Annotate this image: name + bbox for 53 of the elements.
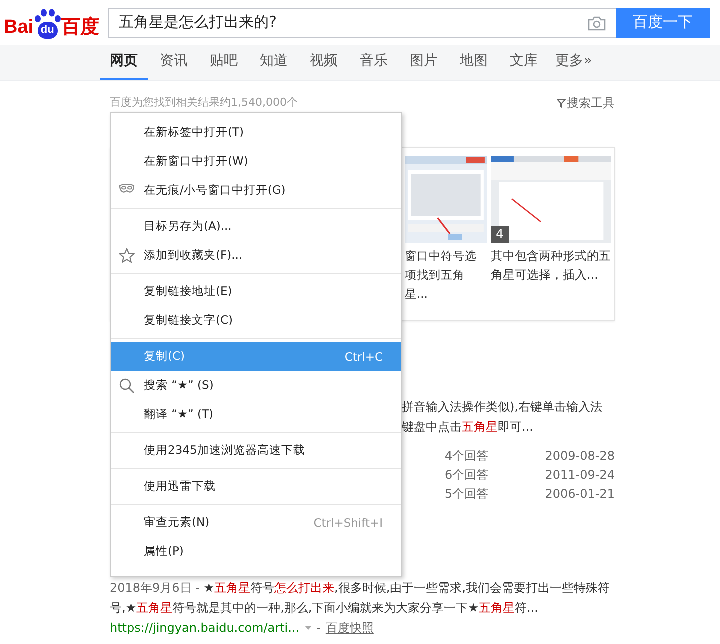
nav-tab[interactable]: 文库	[510, 45, 538, 80]
nav-tab[interactable]: 知道	[260, 45, 288, 80]
nav-tab[interactable]: 贴吧	[210, 45, 238, 80]
menu-item[interactable]: 在新标签中打开(T)	[111, 118, 401, 147]
logo-text: Bai	[4, 16, 34, 38]
snippet-text: 拼音输入法操作类似),右键单击输入法	[402, 399, 604, 416]
menu-item[interactable]: 在无痕/小号窗口中打开(G)	[111, 176, 401, 205]
star-icon	[119, 248, 135, 263]
answer-date: 2006-01-21	[545, 486, 615, 503]
search-tools-link[interactable]: 搜索工具	[557, 95, 615, 111]
search-field[interactable]: 五角星是怎么打出来的?	[108, 8, 616, 38]
menu-item[interactable]: 审查元素(N) Ctrl+Shift+I	[111, 508, 401, 537]
mask-icon	[119, 183, 135, 195]
result-count: 百度为您找到相关结果约1,540,000个	[110, 95, 298, 111]
nav-tab[interactable]: 资讯	[160, 45, 188, 80]
caret-icon[interactable]	[304, 626, 312, 630]
nav-tab[interactable]: 地图	[460, 45, 488, 80]
menu-item[interactable]: 使用2345加速浏览器高速下载	[111, 436, 401, 465]
result-snippet: 2018年9月6日 - ★五角星符号怎么打出来,很多时候,由于一些需求,我们会需要打出一些特殊符号,★五角星符号就是其中的一种,那么,下面小编就来为大家分享一下★五角星符...	[110, 580, 611, 617]
shortcut-text: Ctrl+Shift+I	[314, 516, 383, 530]
menu-item[interactable]: 在新窗口中打开(W)	[111, 147, 401, 176]
answer-count: 4个回答	[445, 448, 489, 465]
separator-text: -	[316, 620, 321, 637]
menu-item[interactable]: 搜索 “★” (S)	[111, 371, 401, 400]
nav-tab[interactable]: 音乐	[360, 45, 388, 80]
cache-link[interactable]: 百度快照	[326, 618, 374, 638]
logo-text: 百度	[62, 16, 100, 38]
snippet-text: 键盘中点击五角星即可...	[402, 419, 534, 436]
answer-count: 5个回答	[445, 486, 489, 503]
answer-date: 2009-08-28	[545, 448, 615, 465]
result-url[interactable]: https://jingyan.baidu.com/arti...	[110, 618, 300, 638]
menu-item[interactable]: 复制链接地址(E)	[111, 277, 401, 306]
menu-item[interactable]: 添加到收藏夹(F)...	[111, 241, 401, 270]
menu-item[interactable]: 翻译 “★” (T)	[111, 400, 401, 429]
menu-item[interactable]: 目标另存为(A)...	[111, 212, 401, 241]
nav-tab[interactable]: 视频	[310, 45, 338, 80]
menu-item[interactable]: 属性(P)	[111, 537, 401, 566]
search-icon	[119, 378, 135, 394]
image-caption[interactable]: 其中包含两种形式的五角星可选择，插入...	[491, 247, 611, 285]
menu-item[interactable]: 使用迅雷下载	[111, 472, 401, 501]
menu-item[interactable]: 复制链接文字(C)	[111, 306, 401, 335]
paw-icon	[34, 8, 62, 22]
answer-count: 6个回答	[445, 467, 489, 484]
filter-icon	[557, 98, 566, 108]
shortcut-text: Ctrl+C	[344, 350, 383, 364]
image-caption[interactable]: 窗口中符号选项找到五角星...	[405, 247, 487, 304]
logo-mark: du	[38, 22, 58, 38]
nav-tab[interactable]: 网页	[100, 45, 148, 80]
camera-icon[interactable]	[588, 16, 606, 30]
nav-tab[interactable]: 图片	[410, 45, 438, 80]
search-button[interactable]: 百度一下	[616, 8, 710, 38]
step-number: 4	[491, 226, 509, 243]
answer-date: 2011-09-24	[545, 467, 615, 484]
